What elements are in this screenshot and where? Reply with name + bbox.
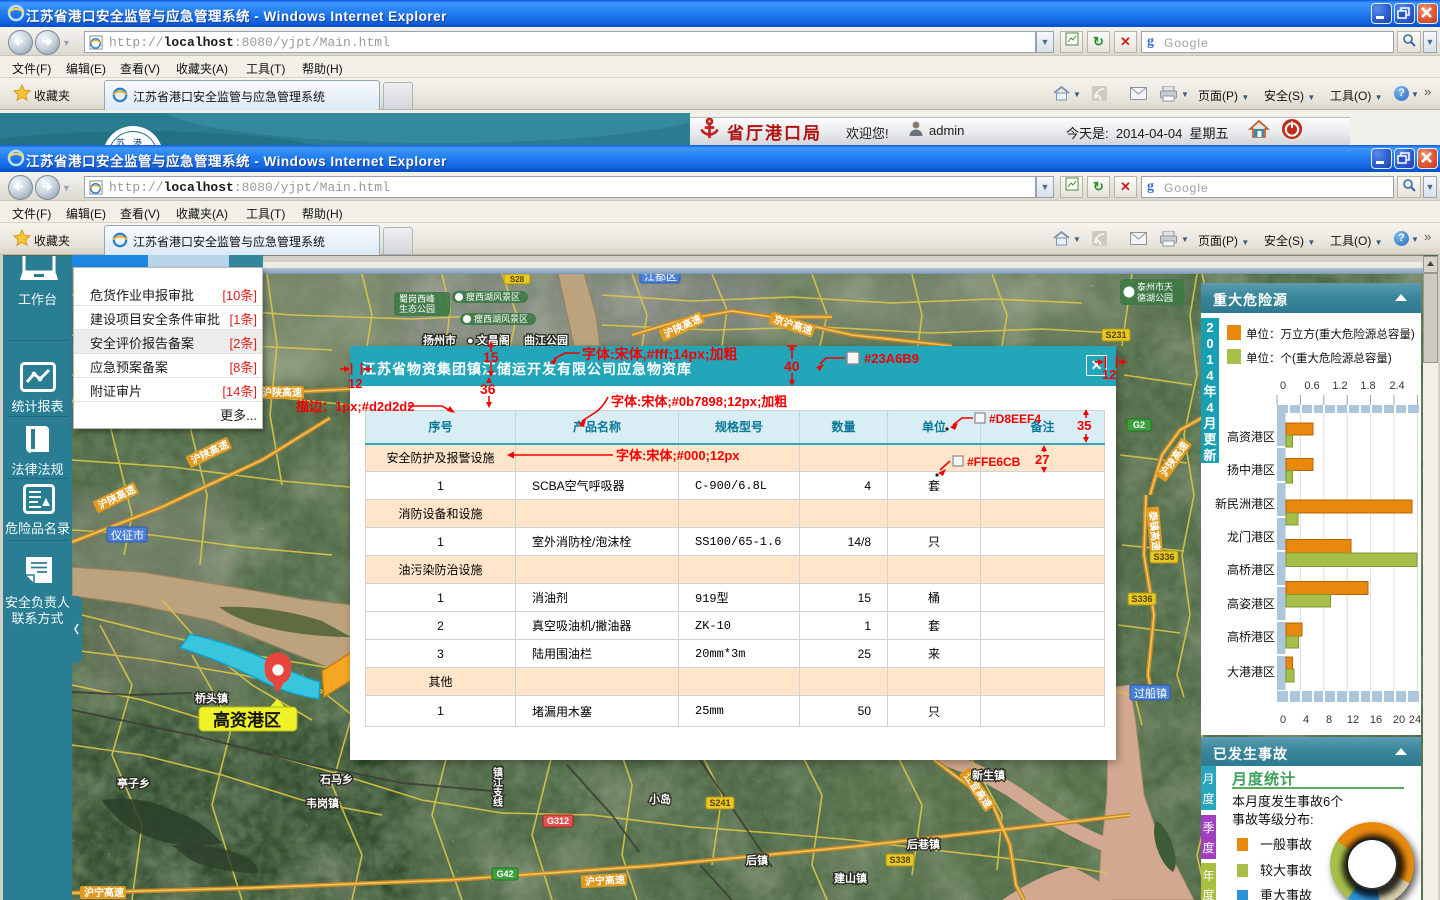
- svg-text:字体:宋体,#fff;14px;加粗: 字体:宋体,#fff;14px;加粗: [582, 346, 738, 362]
- svg-text:12: 12: [1102, 367, 1116, 382]
- svg-text:#D8EEF4: #D8EEF4: [989, 412, 1041, 426]
- svg-text:15: 15: [483, 349, 499, 365]
- svg-text:35: 35: [1077, 418, 1091, 433]
- svg-text:36: 36: [480, 381, 496, 397]
- svg-text:12: 12: [348, 376, 362, 391]
- svg-text:描边：1px;#d2d2d2: 描边：1px;#d2d2d2: [296, 399, 414, 414]
- svg-text:#23A6B9: #23A6B9: [864, 351, 919, 366]
- svg-text:40: 40: [784, 358, 800, 374]
- svg-text:字体:宋体;#000;12px: 字体:宋体;#000;12px: [616, 448, 740, 463]
- svg-text:字体:宋体;#0b7898;12px;加粗: 字体:宋体;#0b7898;12px;加粗: [611, 394, 787, 409]
- svg-text:#FFE6CB: #FFE6CB: [967, 455, 1021, 469]
- svg-text:27: 27: [1035, 452, 1049, 467]
